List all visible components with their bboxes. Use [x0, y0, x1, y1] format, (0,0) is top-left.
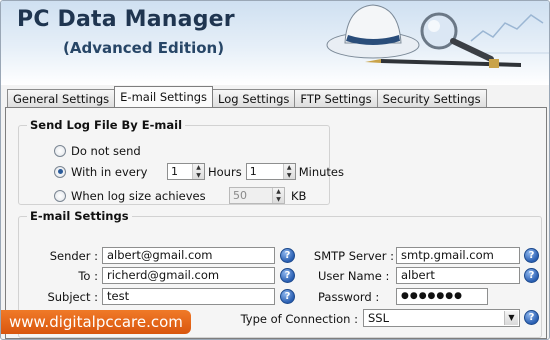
magnifier-icon	[420, 12, 494, 62]
smtp-server-label: SMTP Server :	[313, 249, 394, 263]
subject-help-icon[interactable]: ?	[280, 289, 295, 304]
sender-help-icon[interactable]: ?	[280, 248, 295, 263]
chevron-down-icon[interactable]: ▼	[284, 172, 295, 180]
hours-stepper[interactable]: 1 ▲ ▼	[167, 163, 205, 180]
minutes-stepper-buttons[interactable]: ▲ ▼	[282, 164, 295, 180]
tab-ftp-settings[interactable]: FTP Settings	[294, 89, 378, 107]
chart-line-icon	[470, 14, 549, 54]
chevron-down-icon[interactable]: ▼	[273, 196, 284, 204]
within-every-radio[interactable]	[54, 165, 66, 178]
user-name-help-icon[interactable]: ?	[524, 268, 539, 283]
chevron-down-icon[interactable]: ▼	[193, 172, 204, 180]
tab-security-settings[interactable]: Security Settings	[376, 89, 487, 107]
chevron-down-icon[interactable]: ▼	[504, 311, 518, 325]
subject-field[interactable]: test	[102, 288, 275, 305]
chevron-up-icon[interactable]: ▲	[193, 164, 204, 172]
log-size-unit: KB	[291, 188, 307, 203]
hours-value: 1	[171, 165, 178, 178]
subject-label: Subject :	[47, 290, 98, 304]
send-log-group: Send Log File By E-mail Do not send With…	[18, 118, 344, 205]
to-label: To :	[78, 269, 98, 283]
app-window: PC Data Manager (Advanced Edition) Gener…	[0, 0, 550, 340]
email-group-title: E-mail Settings	[27, 209, 132, 223]
do-not-send-label: Do not send	[71, 144, 141, 158]
log-size-stepper[interactable]: 50 ▲ ▼	[229, 187, 285, 204]
do-not-send-option[interactable]: Do not send	[54, 144, 141, 158]
email-settings-panel: Send Log File By E-mail Do not send With…	[5, 107, 547, 339]
user-name-label: User Name :	[318, 269, 390, 283]
sender-field[interactable]: albert@gmail.com	[102, 247, 275, 264]
do-not-send-radio[interactable]	[54, 145, 66, 157]
tab-email-settings[interactable]: E-mail Settings	[114, 86, 214, 107]
to-field[interactable]: richerd@gmail.com	[102, 267, 275, 284]
connection-type-label: Type of Connection :	[240, 312, 358, 326]
hours-label: Hours	[208, 164, 242, 179]
minutes-stepper[interactable]: 1 ▲ ▼	[245, 163, 296, 180]
within-every-option[interactable]: With in every 1 ▲ ▼ Hours 1 ▲ ▼ Minutes	[54, 163, 344, 180]
password-label: Password :	[318, 290, 380, 304]
chevron-up-icon[interactable]: ▲	[273, 188, 284, 196]
log-size-value: 50	[233, 189, 247, 202]
settings-tabbar: General Settings E-mail Settings Log Set…	[7, 86, 487, 107]
log-size-radio[interactable]	[54, 189, 66, 202]
log-size-stepper-buttons[interactable]: ▲ ▼	[272, 188, 284, 203]
header-banner: PC Data Manager (Advanced Edition)	[1, 1, 549, 85]
log-size-option[interactable]: When log size achieves 50 ▲ ▼ KB	[54, 187, 306, 204]
hat-icon	[326, 4, 420, 59]
tab-log-settings[interactable]: Log Settings	[212, 89, 296, 107]
watermark-banner: www.digitalpccare.com	[1, 310, 191, 334]
smtp-server-help-icon[interactable]: ?	[524, 248, 539, 263]
hours-stepper-buttons[interactable]: ▲ ▼	[192, 164, 204, 179]
minutes-value: 1	[249, 165, 257, 178]
within-every-label: With in every	[71, 164, 148, 179]
minutes-label: Minutes	[298, 164, 344, 179]
log-size-label: When log size achieves	[71, 188, 206, 203]
pen-icon	[365, 59, 521, 68]
smtp-server-field[interactable]: smtp.gmail.com	[396, 247, 520, 264]
app-edition: (Advanced Edition)	[63, 39, 225, 57]
connection-type-value: SSL	[368, 311, 390, 325]
password-field[interactable]: ●●●●●●●	[396, 288, 488, 305]
banner-art	[326, 4, 549, 68]
sender-label: Sender :	[49, 249, 98, 263]
tab-general-settings[interactable]: General Settings	[7, 89, 116, 107]
send-log-group-title: Send Log File By E-mail	[27, 118, 186, 132]
to-help-icon[interactable]: ?	[280, 268, 295, 283]
connection-help-icon[interactable]: ?	[524, 310, 539, 325]
app-title: PC Data Manager	[17, 7, 235, 32]
connection-type-select[interactable]: SSL ▼	[363, 309, 520, 327]
user-name-field[interactable]: albert	[396, 267, 520, 284]
chevron-up-icon[interactable]: ▲	[284, 164, 295, 172]
